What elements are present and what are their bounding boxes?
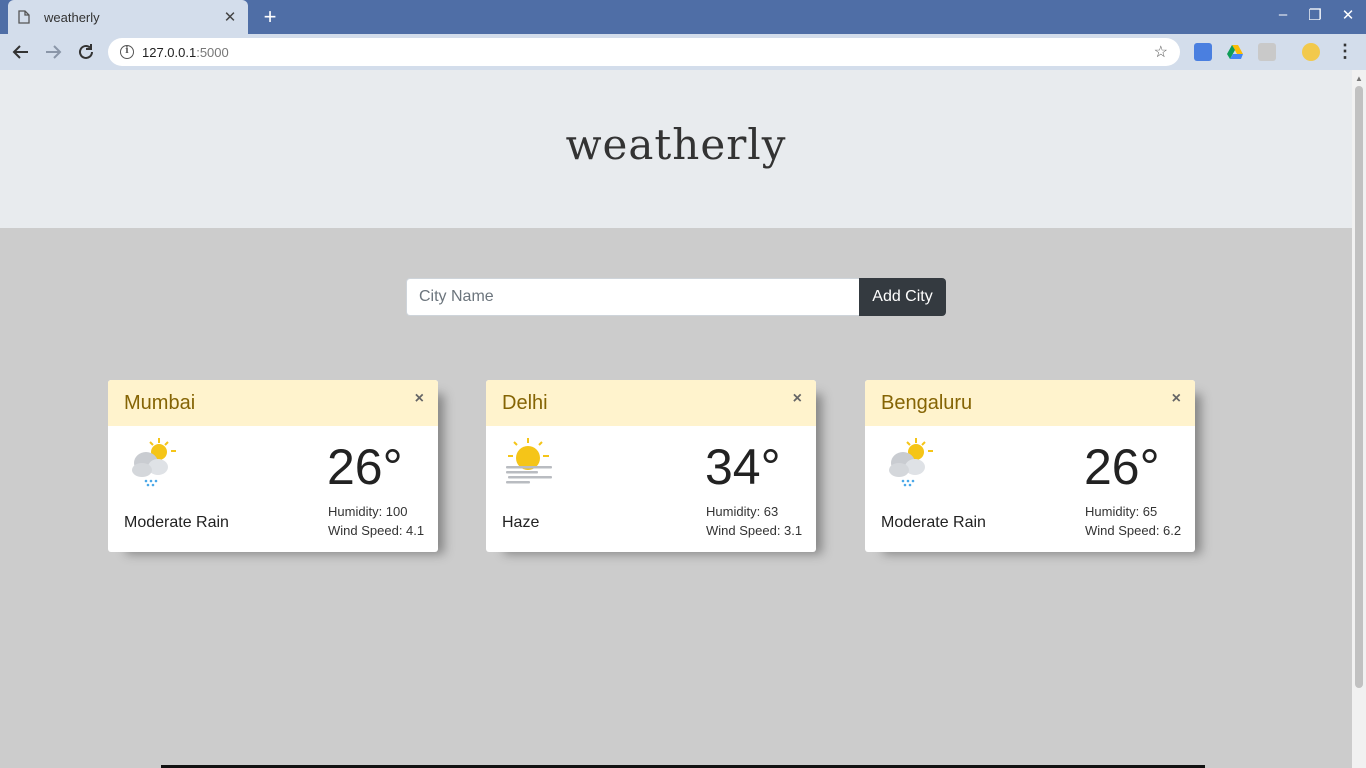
city-name: Bengaluru	[881, 392, 973, 414]
weather-card: Mumbai × 26° Moderate Rain Humidity: 100…	[108, 380, 438, 552]
browser-tab[interactable]: weatherly ✕	[8, 0, 248, 34]
humidity: Humidity: 63	[706, 504, 779, 519]
city-name: Mumbai	[124, 392, 196, 414]
card-header: Mumbai ×	[108, 380, 438, 426]
url-host: 127.0.0.1	[142, 44, 197, 60]
weather-card: Bengaluru × 26° Moderate Rain Humidity: …	[865, 380, 1195, 552]
vertical-scrollbar[interactable]: ▲	[1352, 70, 1366, 768]
remove-city-icon[interactable]: ×	[415, 390, 424, 408]
url-port: :5000	[196, 44, 229, 60]
remove-city-icon[interactable]: ×	[793, 390, 802, 408]
extension-icon[interactable]	[1258, 43, 1276, 61]
wind-speed: Wind Speed: 6.2	[1085, 523, 1182, 538]
weather-description: Moderate Rain	[124, 514, 229, 531]
humidity: Humidity: 65	[1085, 504, 1158, 519]
browser-tab-strip: weatherly ✕ + – ❐ ✕	[0, 0, 1366, 34]
brand-title: weatherly	[565, 120, 787, 169]
page-content: weatherly Add City Mumbai × 26° Moderate…	[0, 70, 1352, 768]
restore-icon[interactable]: ❐	[1305, 6, 1325, 24]
header-banner: weatherly	[0, 70, 1352, 228]
sun-cloud-rain-icon	[883, 436, 937, 490]
forward-icon[interactable]	[42, 41, 64, 63]
tab-title: weatherly	[44, 9, 100, 25]
wind-speed: Wind Speed: 4.1	[328, 523, 425, 538]
browser-menu-icon[interactable]: ⋮	[1336, 41, 1354, 62]
scroll-up-arrow-icon[interactable]: ▲	[1355, 74, 1363, 83]
remove-city-icon[interactable]: ×	[1172, 390, 1181, 408]
back-icon[interactable]	[10, 41, 32, 63]
add-city-button[interactable]: Add City	[859, 278, 946, 316]
window-close-icon[interactable]: ✕	[1338, 6, 1358, 24]
browser-toolbar: i 127.0.0.1 :5000 ☆ ⋮	[0, 34, 1366, 70]
reload-icon[interactable]	[75, 41, 97, 63]
add-city-form: Add City	[406, 278, 946, 316]
tab-close-icon[interactable]: ✕	[222, 8, 238, 26]
profile-avatar[interactable]	[1302, 43, 1320, 61]
site-info-icon[interactable]: i	[120, 45, 134, 59]
weather-description: Moderate Rain	[881, 514, 986, 531]
sun-haze-icon	[504, 436, 558, 490]
temperature: 34°	[705, 439, 781, 495]
document-icon	[18, 10, 32, 24]
weather-description: Haze	[502, 514, 540, 531]
temperature: 26°	[327, 439, 403, 495]
address-bar[interactable]: i 127.0.0.1 :5000 ☆	[108, 38, 1180, 66]
sun-cloud-rain-icon	[126, 436, 180, 490]
minimize-icon[interactable]: –	[1273, 6, 1293, 23]
city-name: Delhi	[502, 392, 548, 414]
bookmark-star-icon[interactable]: ☆	[1154, 42, 1168, 62]
new-tab-icon[interactable]: +	[258, 5, 282, 29]
card-header: Bengaluru ×	[865, 380, 1195, 426]
scrollbar-thumb[interactable]	[1355, 86, 1363, 688]
humidity: Humidity: 100	[328, 504, 408, 519]
translate-extension-icon[interactable]	[1194, 43, 1212, 61]
wind-speed: Wind Speed: 3.1	[706, 523, 803, 538]
temperature: 26°	[1084, 439, 1160, 495]
weather-card: Delhi × 34° Haze Humidity: 63 Wind Speed…	[486, 380, 816, 552]
city-name-input[interactable]	[406, 278, 859, 316]
card-header: Delhi ×	[486, 380, 816, 426]
drive-extension-icon[interactable]	[1226, 43, 1244, 61]
